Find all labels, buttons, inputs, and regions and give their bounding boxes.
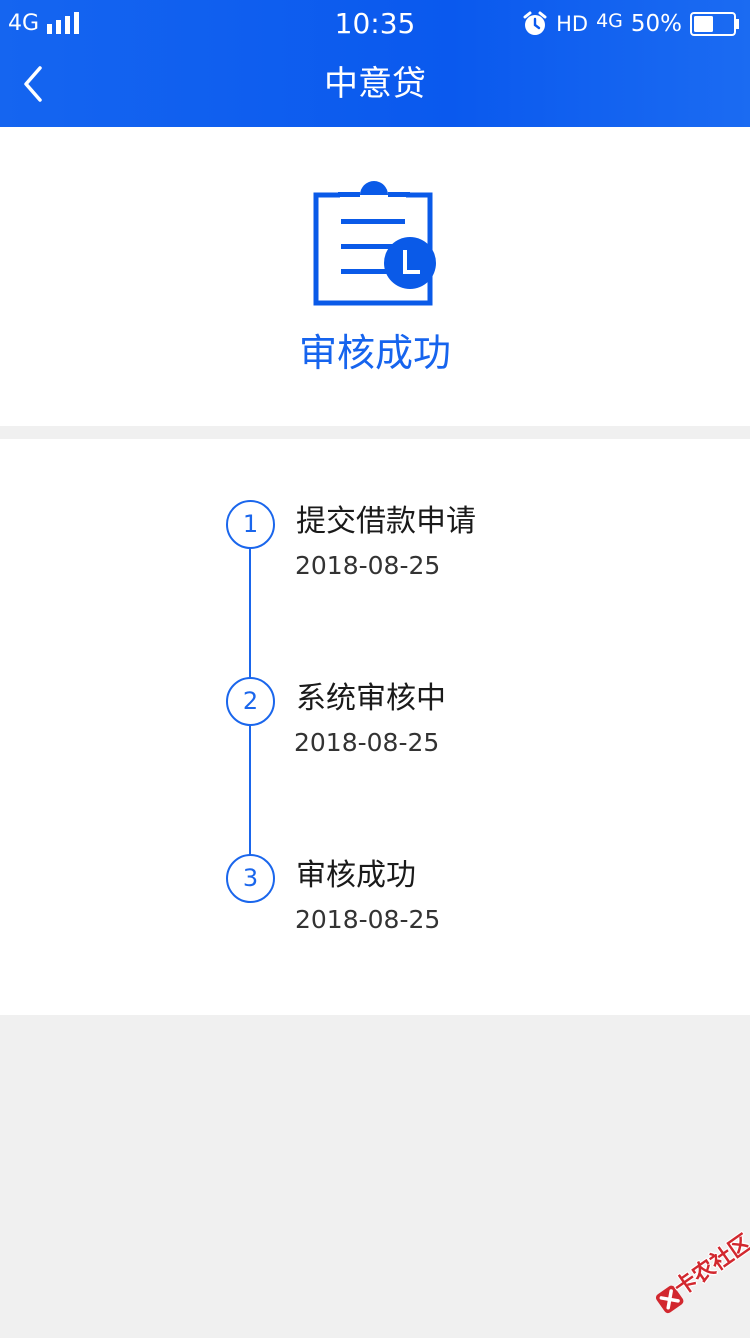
review-status: 审核成功: [298, 331, 451, 375]
alarm-icon: [523, 11, 547, 35]
app-header: 4G 10:35 HD 4G 50% 中意贷: [0, 0, 750, 127]
step-date: 2018-08-25: [295, 905, 441, 934]
hd-indicator: HD: [556, 12, 589, 36]
step-date: 2018-08-25: [295, 551, 441, 580]
step-title: 提交借款申请: [296, 504, 476, 539]
progress-timeline: 1 提交借款申请 2018-08-25 2 系统审核中 2018-08-25 3…: [0, 439, 750, 1015]
network-type-secondary: 4G: [596, 10, 623, 32]
status-bar: 4G 10:35 HD 4G 50%: [0, 0, 750, 48]
community-watermark: 卡农社区: [632, 1218, 750, 1338]
status-icons: HD 4G 50%: [522, 7, 740, 41]
battery-icon: [690, 12, 739, 36]
timeline-step-1: 1 提交借款申请 2018-08-25: [0, 500, 750, 600]
clipboard-clock-icon: [313, 181, 436, 306]
step-number-badge: 3: [226, 854, 275, 903]
battery-percent: 50%: [630, 11, 682, 37]
page-title: 中意贷: [324, 64, 426, 104]
status-hero: 审核成功: [0, 127, 750, 426]
watermark-text: 卡农社区: [670, 1230, 750, 1302]
timeline-step-2: 2 系统审核中 2018-08-25: [0, 677, 750, 777]
step-number-badge: 1: [226, 500, 275, 549]
step-date: 2018-08-25: [294, 728, 440, 757]
timeline-step-3: 3 审核成功 2018-08-25: [0, 854, 750, 954]
step-title: 审核成功: [296, 858, 416, 893]
step-number-badge: 2: [226, 677, 275, 726]
step-title: 系统审核中: [296, 681, 446, 716]
